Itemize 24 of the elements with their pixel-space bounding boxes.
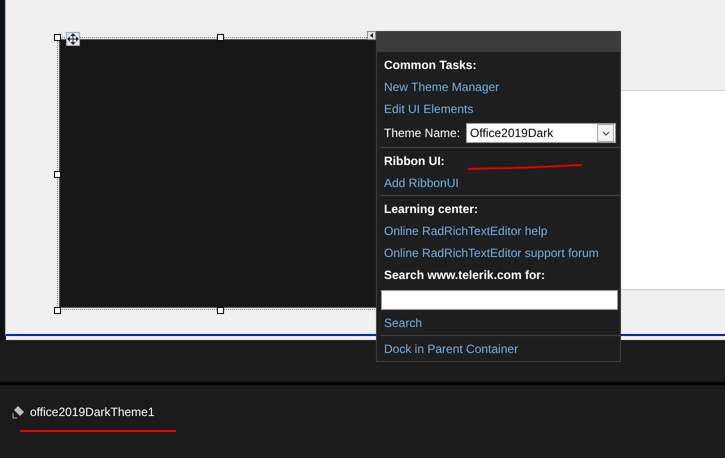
resize-handle[interactable] — [54, 34, 61, 41]
search-field[interactable] — [381, 290, 618, 310]
section-heading: Common Tasks: — [384, 57, 476, 74]
chevron-down-icon[interactable] — [597, 124, 614, 142]
resize-handle[interactable] — [54, 307, 61, 314]
section-heading: Ribbon UI: — [384, 153, 445, 170]
resize-handle[interactable] — [217, 34, 224, 41]
resize-handle[interactable] — [217, 307, 224, 314]
smart-tag-icon[interactable] — [367, 31, 376, 40]
paint-bucket-icon[interactable] — [12, 405, 26, 419]
move-icon[interactable] — [66, 32, 80, 46]
task-link[interactable]: Search — [384, 312, 422, 334]
task-link[interactable]: Online RadRichTextEditor help — [384, 220, 548, 242]
theme-dropdown[interactable]: Office2019Dark — [466, 123, 616, 143]
task-link[interactable]: Edit UI Elements — [384, 98, 474, 120]
task-link[interactable]: Dock in Parent Container — [384, 338, 518, 360]
theme-label: Theme Name: — [384, 126, 460, 140]
search-label: Search www.telerik.com for: — [384, 267, 545, 284]
task-link[interactable]: New Theme Manager — [384, 76, 500, 98]
task-link[interactable]: Online RadRichTextEditor support forum — [384, 242, 599, 264]
section-heading: Learning center: — [384, 201, 478, 218]
resize-handle[interactable] — [54, 171, 61, 178]
component-label[interactable]: office2019DarkTheme1 — [30, 405, 155, 419]
task-link[interactable]: Add RibbonUI — [384, 172, 459, 194]
